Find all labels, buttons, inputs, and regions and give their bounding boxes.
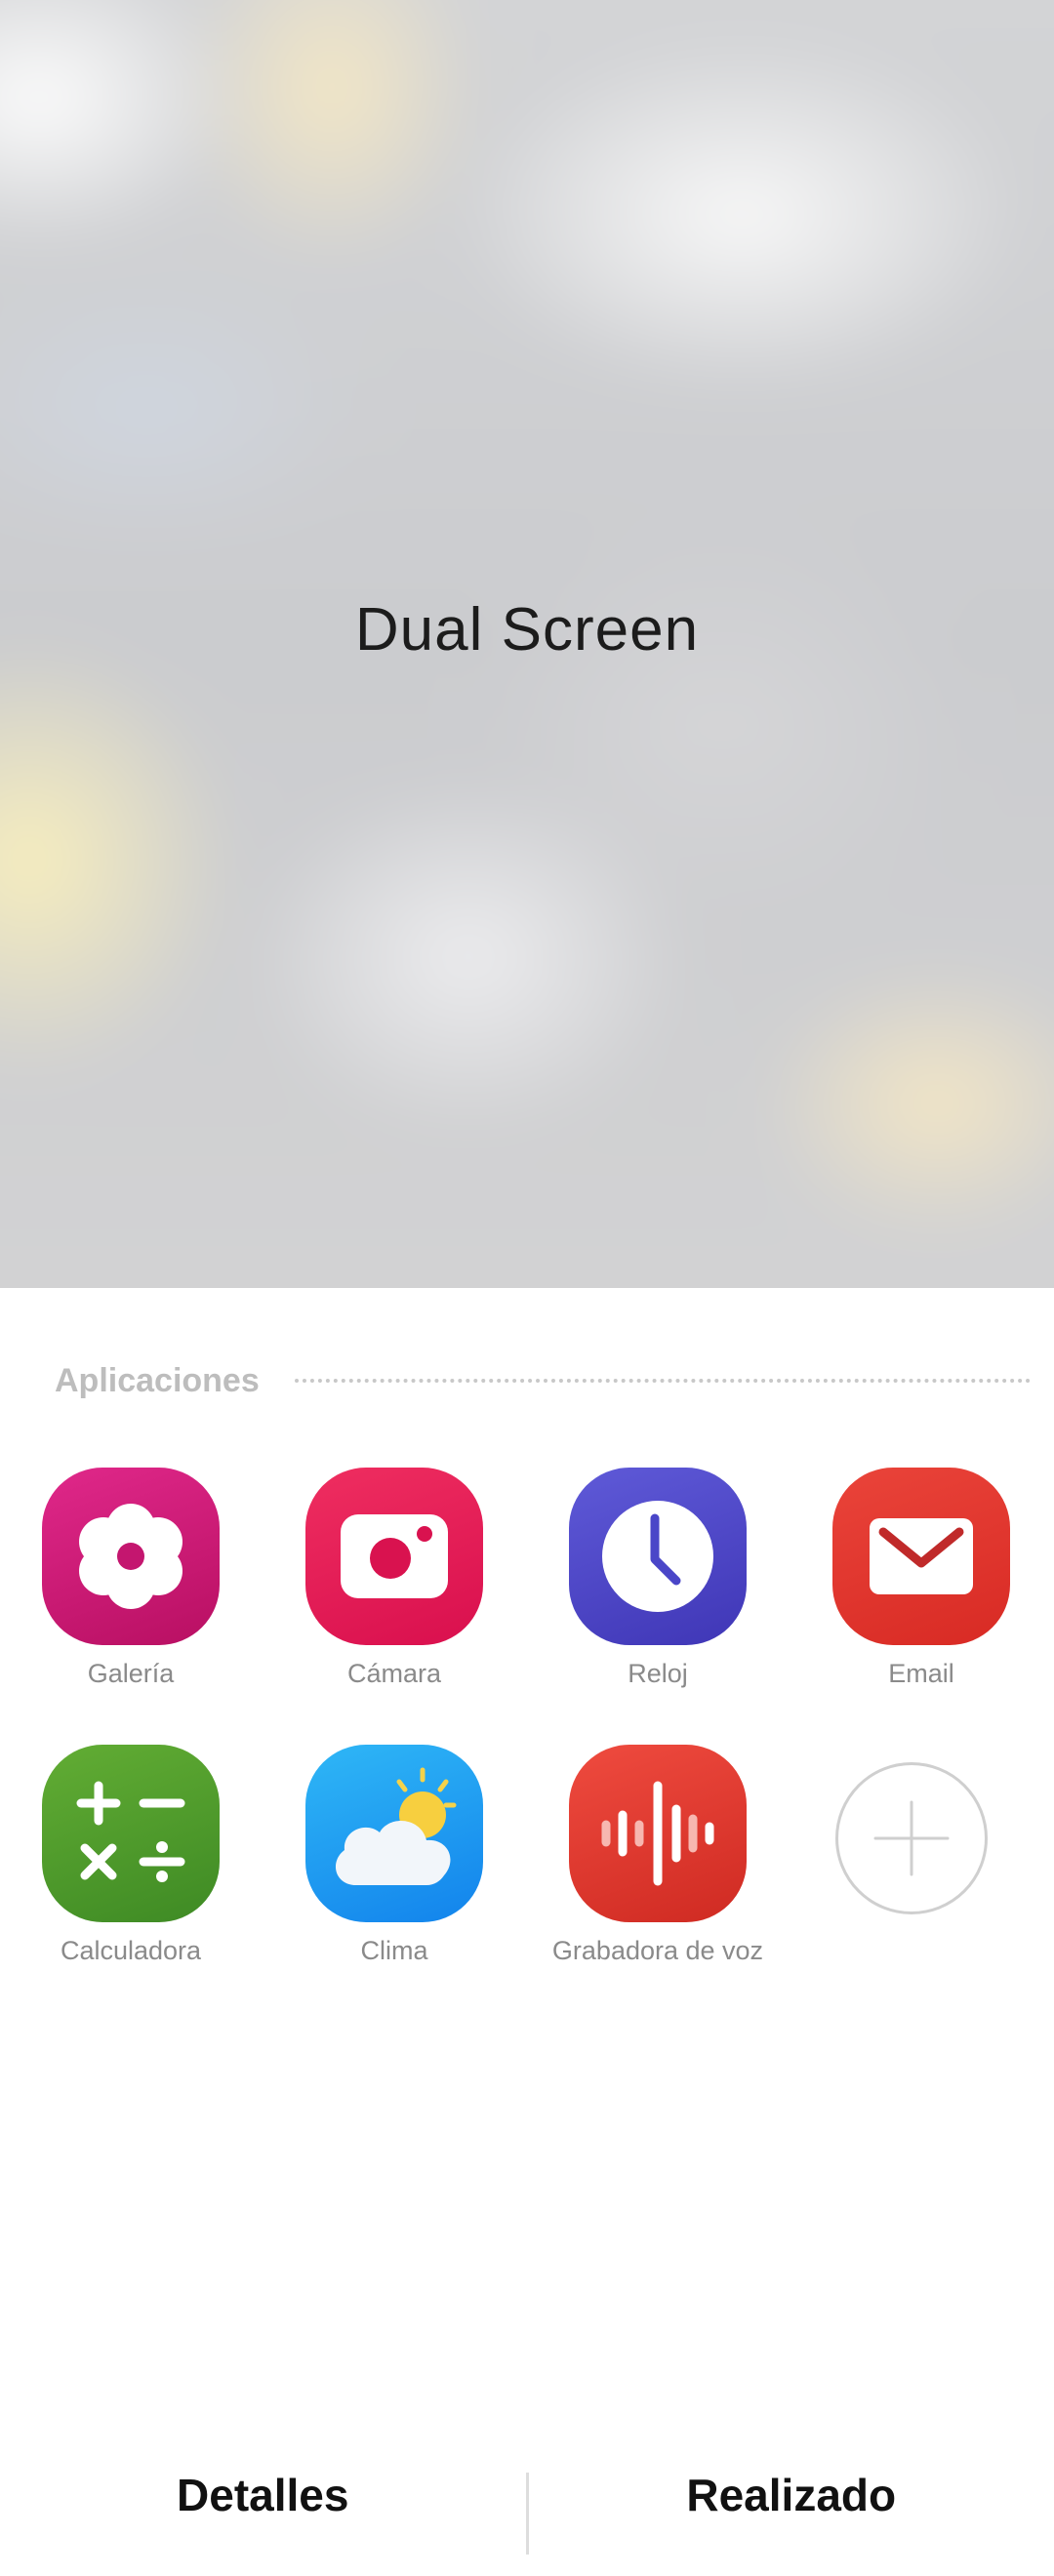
add-icon bbox=[835, 1762, 988, 1914]
bottom-bar: Detalles Realizado bbox=[0, 2430, 1054, 2576]
voice-recorder-icon bbox=[569, 1745, 747, 1922]
app-gallery[interactable]: Galería bbox=[14, 1468, 248, 1690]
app-clock[interactable]: Reloj bbox=[541, 1468, 775, 1690]
camera-icon bbox=[305, 1468, 483, 1645]
screen: Dual Screen Aplicaciones Galería Cámara … bbox=[0, 0, 1054, 2576]
weather-icon bbox=[305, 1745, 483, 1922]
done-button[interactable]: Realizado bbox=[529, 2430, 1054, 2521]
email-icon bbox=[832, 1468, 1010, 1645]
app-label: Calculadora bbox=[60, 1936, 202, 1965]
details-button[interactable]: Detalles bbox=[0, 2430, 526, 2521]
app-voice-recorder[interactable]: Grabadora de voz bbox=[541, 1745, 775, 1967]
app-label: Reloj bbox=[628, 1659, 688, 1688]
section-title: Aplicaciones bbox=[55, 1361, 260, 1399]
app-label: Clima bbox=[360, 1936, 428, 1965]
app-label: Galería bbox=[87, 1659, 175, 1688]
app-label: Email bbox=[888, 1659, 954, 1688]
preview-area: Dual Screen bbox=[0, 0, 1054, 1288]
calculator-icon bbox=[42, 1745, 220, 1922]
section-header: Aplicaciones bbox=[55, 1356, 1031, 1405]
app-label: Cámara bbox=[346, 1659, 442, 1688]
preview-title: Dual Screen bbox=[354, 596, 700, 664]
gallery-icon bbox=[42, 1468, 220, 1645]
app-weather[interactable]: Clima bbox=[277, 1745, 511, 1967]
app-calculator[interactable]: Calculadora bbox=[14, 1745, 248, 1967]
apps-sheet: Aplicaciones Galería Cámara Reloj Email … bbox=[0, 1288, 1054, 2576]
add-app-button[interactable] bbox=[794, 1752, 1029, 1914]
app-label: Grabadora de voz bbox=[551, 1936, 764, 1965]
clock-icon bbox=[569, 1468, 747, 1645]
app-camera[interactable]: Cámara bbox=[277, 1468, 511, 1690]
section-divider bbox=[294, 1379, 1031, 1383]
app-email[interactable]: Email bbox=[804, 1468, 1038, 1690]
